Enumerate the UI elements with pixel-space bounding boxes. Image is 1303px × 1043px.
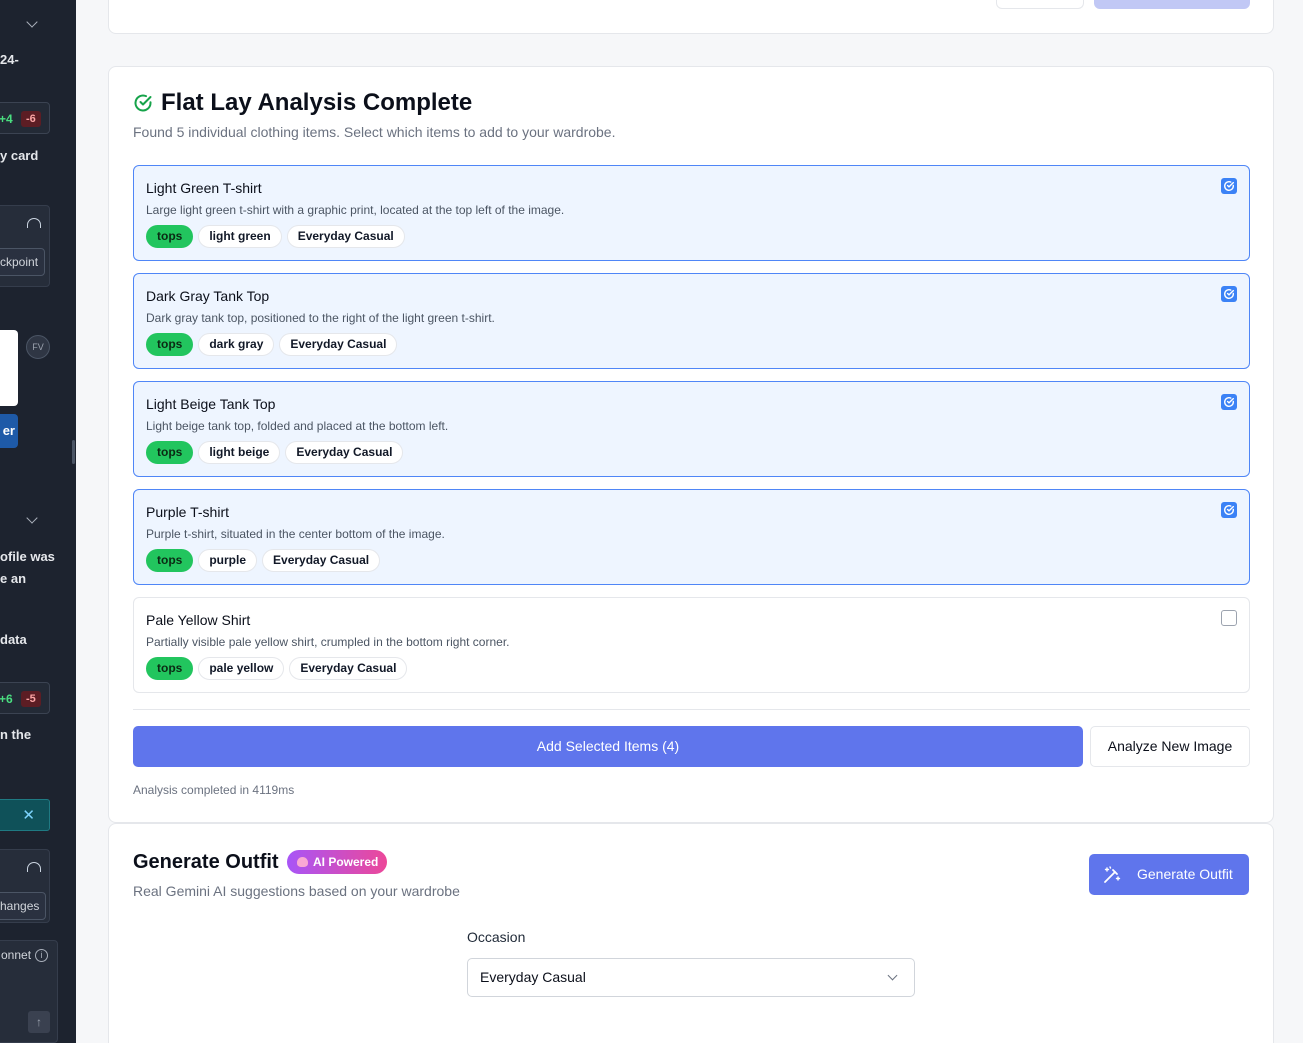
- diff-stats: +4 -6: [0, 102, 50, 134]
- clothing-item-card[interactable]: Dark Gray Tank Top Dark gray tank top, po…: [133, 273, 1250, 369]
- section-title: Generate Outfit: [133, 851, 279, 873]
- sidebar-text: n the: [0, 727, 32, 742]
- primary-button[interactable]: er: [0, 414, 18, 448]
- generate-outfit-button[interactable]: Generate Outfit: [1089, 854, 1249, 895]
- check-circle-icon: [134, 94, 152, 112]
- item-checkbox[interactable]: [1221, 286, 1237, 302]
- occasion-tag: Everyday Casual: [262, 549, 381, 572]
- analysis-subtitle: Found 5 individual clothing items. Selec…: [133, 124, 616, 140]
- color-tag: purple: [198, 549, 258, 572]
- model-selector[interactable]: onnet i: [1, 948, 49, 962]
- occasion-tag: Everyday Casual: [289, 657, 408, 680]
- item-tags: tops dark gray Everyday Casual: [146, 333, 398, 356]
- changes-button[interactable]: hanges: [0, 892, 47, 920]
- notification-bar: ✕: [0, 799, 50, 831]
- secondary-button[interactable]: [996, 0, 1084, 9]
- occasion-label: Occasion: [467, 929, 526, 945]
- clothing-item-card[interactable]: Pale Yellow Shirt Partially visible pale …: [133, 597, 1250, 693]
- item-tags: tops light beige Everyday Casual: [146, 441, 404, 464]
- category-tag: tops: [146, 549, 194, 572]
- category-tag: tops: [146, 333, 194, 356]
- occasion-tag: Everyday Casual: [279, 333, 398, 356]
- occasion-value: Everyday Casual: [480, 969, 586, 985]
- diff-removed: -5: [21, 691, 41, 707]
- gauge-icon: [27, 862, 41, 872]
- item-description: Purple t-shirt, situated in the center b…: [146, 527, 445, 541]
- chevron-down-icon[interactable]: [26, 512, 38, 524]
- clothing-item-card[interactable]: Purple T-shirt Purple t-shirt, situated i…: [133, 489, 1250, 585]
- item-name: Light Green T-shirt: [146, 180, 262, 196]
- analysis-time: Analysis completed in 4119ms: [133, 783, 295, 797]
- primary-button[interactable]: [1094, 0, 1250, 9]
- badge-label: AI Powered: [313, 855, 379, 869]
- diff-added: +4: [0, 112, 13, 126]
- sidebar-text: y card: [0, 148, 39, 163]
- chevron-down-icon[interactable]: [26, 16, 38, 28]
- gauge-icon: [27, 218, 41, 228]
- item-name: Light Beige Tank Top: [146, 396, 276, 412]
- ai-powered-badge: AI Powered: [287, 850, 388, 874]
- clothing-item-card[interactable]: Light Green T-shirt Large light green t-s…: [133, 165, 1250, 261]
- color-tag: light green: [198, 225, 282, 248]
- flat-lay-analysis-card: Flat Lay Analysis Complete Found 5 indiv…: [108, 66, 1274, 823]
- item-description: Dark gray tank top, positioned to the ri…: [146, 311, 495, 325]
- item-checkbox[interactable]: [1221, 394, 1237, 410]
- checkpoint-button[interactable]: ckpoint: [0, 248, 46, 276]
- avatar: FV: [26, 335, 50, 359]
- model-label: onnet: [1, 948, 32, 962]
- occasion-tag: Everyday Casual: [286, 225, 405, 248]
- sidebar-text: e an: [0, 571, 27, 586]
- page-title: Flat Lay Analysis Complete: [161, 89, 473, 116]
- clothing-item-card[interactable]: Light Beige Tank Top Light beige tank top…: [133, 381, 1250, 477]
- checkpoint-panel: ckpoint: [0, 205, 50, 287]
- brain-icon: [297, 857, 308, 867]
- magic-wand-icon: [1104, 866, 1121, 883]
- chevron-down-icon: [887, 970, 898, 981]
- generate-outfit-card: Generate Outfit AI Powered Real Gemini A…: [108, 823, 1274, 1043]
- item-description: Large light green t-shirt with a graphic…: [146, 203, 565, 217]
- add-selected-items-button[interactable]: Add Selected Items (4): [133, 726, 1083, 767]
- diff-stats: +6 -5: [0, 682, 50, 714]
- section-subtitle: Real Gemini AI suggestions based on your…: [133, 883, 460, 899]
- sidebar-text: data: [0, 632, 27, 647]
- diff-removed: -6: [21, 111, 41, 127]
- item-tags: tops purple Everyday Casual: [146, 549, 381, 572]
- sidebar-text: 24-: [0, 52, 19, 67]
- item-name: Dark Gray Tank Top: [146, 288, 270, 304]
- color-tag: dark gray: [198, 333, 275, 356]
- item-checkbox[interactable]: [1221, 178, 1237, 194]
- item-description: Partially visible pale yellow shirt, cru…: [146, 635, 510, 649]
- changes-panel: hanges: [0, 849, 50, 923]
- diff-added: +6: [0, 692, 13, 706]
- color-tag: light beige: [198, 441, 281, 464]
- occasion-select[interactable]: Everyday Casual: [467, 958, 915, 997]
- item-name: Pale Yellow Shirt: [146, 612, 251, 628]
- check-circle-icon: [1224, 397, 1234, 407]
- item-tags: tops pale yellow Everyday Casual: [146, 657, 408, 680]
- scrollbar[interactable]: [72, 440, 75, 464]
- send-button[interactable]: ↑: [28, 1011, 50, 1033]
- item-name: Purple T-shirt: [146, 504, 229, 520]
- check-circle-icon: [1224, 181, 1234, 191]
- item-description: Light beige tank top, folded and placed …: [146, 419, 449, 433]
- left-panel: 24- +4 -6 y card ckpoint FV er ofile was…: [0, 0, 76, 1043]
- image-thumbnail[interactable]: [0, 330, 18, 406]
- category-tag: tops: [146, 657, 194, 680]
- info-icon[interactable]: i: [35, 949, 49, 962]
- analyze-new-image-button[interactable]: Analyze New Image: [1090, 726, 1250, 767]
- color-tag: pale yellow: [198, 657, 285, 680]
- item-checkbox[interactable]: [1221, 502, 1237, 518]
- check-circle-icon: [1224, 505, 1234, 515]
- sidebar-text: ofile was: [0, 549, 55, 564]
- generate-outfit-label: Generate Outfit: [1137, 866, 1233, 882]
- divider: [133, 709, 1250, 710]
- item-checkbox[interactable]: [1221, 610, 1237, 626]
- previous-card: [108, 0, 1274, 34]
- item-tags: tops light green Everyday Casual: [146, 225, 405, 248]
- close-icon[interactable]: ✕: [22, 806, 35, 824]
- category-tag: tops: [146, 441, 194, 464]
- category-tag: tops: [146, 225, 194, 248]
- occasion-tag: Everyday Casual: [285, 441, 404, 464]
- check-circle-icon: [1224, 289, 1234, 299]
